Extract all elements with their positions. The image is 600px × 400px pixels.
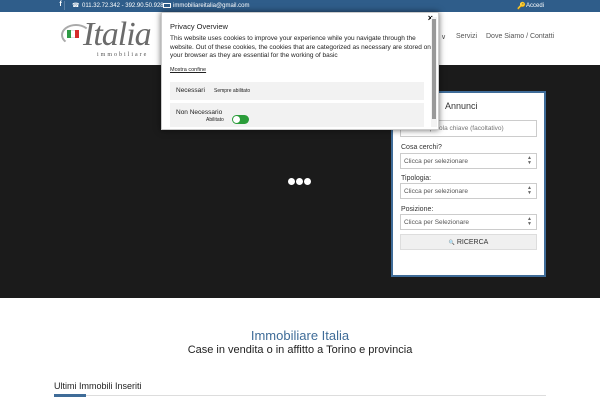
select-arrows-icon: ▲ ▼ [527,216,532,227]
logo-subtitle: immobiliare [97,52,149,58]
necessari-label: Necessari [176,87,205,94]
modal-body-text: This website uses cookies to improve you… [170,35,431,60]
posizione-value: Clicca per Selezionare [404,219,470,226]
modal-scrollbar[interactable] [431,17,437,127]
show-more-link[interactable]: Mostra confine [170,67,206,73]
section-divider [54,395,546,396]
non-necessario-label: Non Necessario [176,109,223,116]
loading-dot [288,178,295,185]
loading-spinner [288,178,311,185]
cookie-row-necessari[interactable]: Necessari Sempre abilitato [170,82,424,100]
loading-dot [304,178,311,185]
posizione-select[interactable]: Clicca per Selezionare ▲ ▼ [400,214,537,230]
cookie-row-non-necessario[interactable]: Non Necessario Abilitato [170,103,424,127]
search-icon: 🔍 [448,240,455,246]
tipologia-select[interactable]: Clicca per selezionare ▲ ▼ [400,183,537,199]
logo-word: Italia [83,16,152,53]
site-logo[interactable]: Italia immobiliare [59,16,159,62]
facebook-icon[interactable]: f [57,1,65,10]
select-arrows-icon: ▲ ▼ [527,185,532,196]
non-necessario-state: Abilitato [206,117,224,123]
login-link[interactable]: Accedi [526,3,544,9]
page-subtitle: Case in vendita o in affitto a Torino e … [187,344,413,356]
page-title: Immobiliare Italia [250,328,350,343]
key-icon: 🔑 [517,2,526,10]
top-bar: f ☎ 011.32.72.342 - 392.90.50.928 immobi… [0,0,600,12]
posizione-label: Posizione: [401,206,434,213]
scrollbar-thumb[interactable] [432,19,436,119]
cosa-cerchi-select[interactable]: Clicca per selezionare ▲ ▼ [400,153,537,169]
search-panel-title: Annunci [445,101,478,111]
cosa-cerchi-label: Cosa cerchi? [401,144,442,151]
privacy-modal: Privacy Overview × This website uses coo… [161,12,439,130]
select-arrows-icon: ▲ ▼ [527,155,532,166]
italian-flag-icon [67,30,79,38]
mail-icon [163,3,171,8]
loading-dot [296,178,303,185]
phone-number[interactable]: 011.32.72.342 - 392.90.50.928 [82,3,164,9]
nav-dropdown-chevron-icon[interactable]: ∨ [441,33,446,41]
nav-item-servizi[interactable]: Servizi [456,33,477,40]
cosa-cerchi-value: Clicca per selezionare [404,158,468,165]
search-button[interactable]: 🔍 RICERCA [400,234,537,250]
necessari-state: Sempre abilitato [214,88,251,94]
section-divider-accent [54,394,86,397]
section-title: Ultimi Immobili Inseriti [54,381,142,391]
tipologia-label: Tipologia: [401,175,432,182]
modal-title: Privacy Overview [170,22,228,31]
phone-icon: ☎ [72,3,80,9]
non-necessario-toggle[interactable] [232,115,249,124]
tipologia-value: Clicca per selezionare [404,188,468,195]
email-address[interactable]: immobiliareitalia@gmail.com [173,3,249,9]
toggle-knob [233,116,240,123]
search-button-label: RICERCA [456,239,489,246]
nav-item-dove-siamo[interactable]: Dove Siamo / Contatti [486,33,554,40]
